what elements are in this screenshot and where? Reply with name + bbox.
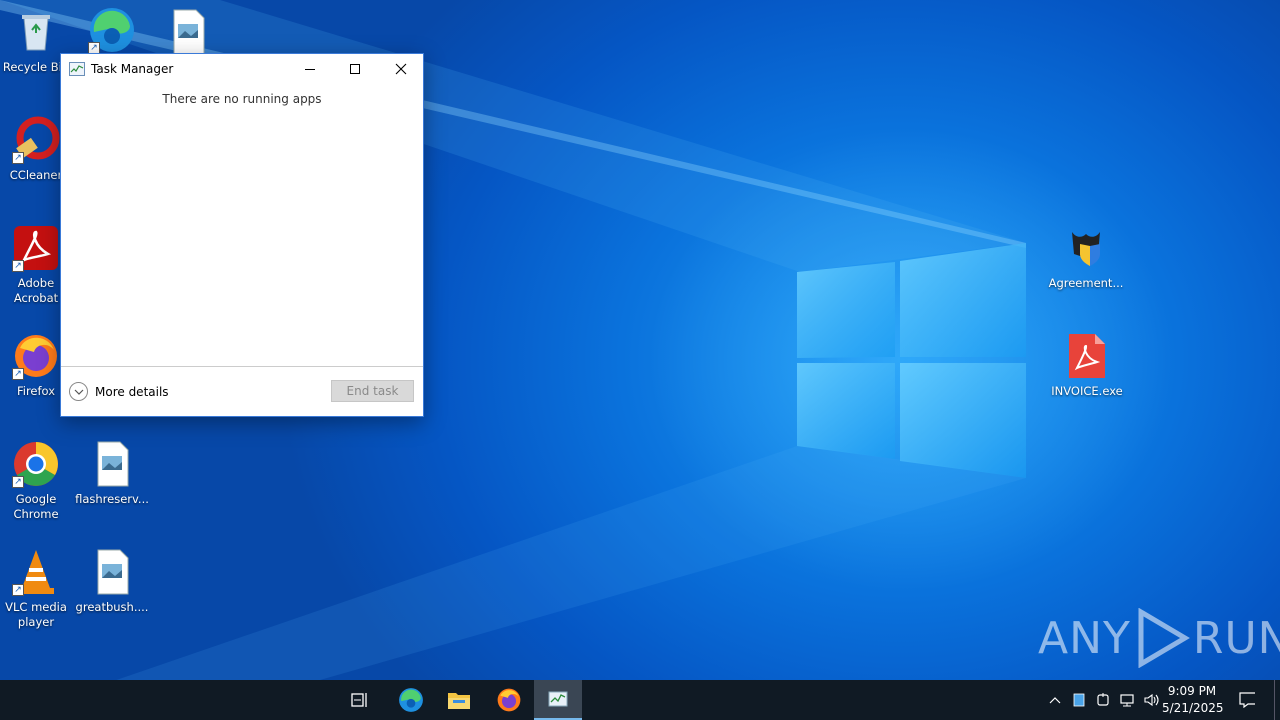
firefox-icon [497, 688, 521, 712]
desktop-icon-invoice-exe[interactable]: INVOICE.exe [1049, 332, 1125, 399]
desktop-icon-label: flashreserv... [75, 492, 149, 506]
minimize-button[interactable] [287, 54, 333, 84]
window-title: Task Manager [91, 62, 174, 76]
acrobat-icon: ↗ [12, 224, 60, 272]
task-manager-window[interactable]: Task Manager There are no running apps M… [60, 53, 424, 417]
no-apps-message: There are no running apps [162, 92, 322, 106]
desktop-icon-edge[interactable]: ↗ [74, 6, 150, 58]
tray-app-button[interactable] [1071, 692, 1087, 708]
taskbar-edge-button[interactable] [387, 680, 435, 720]
action-center-button[interactable] [1239, 692, 1255, 708]
task-manager-footer: More details End task [61, 366, 423, 416]
play-logo-icon [1138, 608, 1190, 668]
vlc-icon: ↗ [12, 548, 60, 596]
system-clock[interactable]: 9:09 PM 5/21/2025 [1162, 683, 1224, 717]
network-button[interactable] [1119, 692, 1135, 708]
tray-device-button[interactable] [1095, 692, 1111, 708]
taskbar-file-explorer-button[interactable] [435, 680, 483, 720]
desktop-icon-greatbush[interactable]: greatbush.... [74, 548, 150, 615]
desktop-icon-label: VLC media player [5, 600, 67, 629]
network-icon [1120, 694, 1134, 707]
task-view-button[interactable] [336, 680, 384, 720]
taskbar-firefox-button[interactable] [485, 680, 533, 720]
chrome-icon: ↗ [12, 440, 60, 488]
tray-app-icon [1073, 693, 1085, 707]
maximize-button[interactable] [332, 54, 378, 84]
more-details-label: More details [95, 384, 169, 399]
ccleaner-icon: ↗ [12, 116, 60, 164]
desktop-icon-label: Google Chrome [13, 492, 59, 521]
desktop-icon-label: greatbush.... [75, 600, 149, 614]
notification-icon [1239, 692, 1255, 708]
desktop-icon-label: INVOICE.exe [1051, 384, 1123, 398]
taskbar-task-manager-button[interactable] [534, 680, 582, 720]
desktop-icon-vlc[interactable]: ↗ VLC media player [0, 548, 74, 630]
desktop-icon-agreement[interactable]: Agreement... [1048, 224, 1124, 291]
taskbar: 9:09 PM 5/21/2025 [0, 680, 1280, 720]
chevron-up-icon [1049, 697, 1061, 704]
edge-icon: ↗ [88, 6, 136, 54]
desktop-icon-label: Agreement... [1048, 276, 1124, 290]
edge-icon [399, 688, 423, 712]
clock-date: 5/21/2025 [1162, 701, 1224, 715]
chevron-down-icon [69, 382, 88, 401]
anyrun-watermark: ANY RUN [1038, 608, 1280, 668]
image-file-icon [164, 8, 212, 56]
desktop-icon-google-chrome[interactable]: ↗ Google Chrome [0, 440, 74, 522]
watermark-text-right: RUN [1192, 612, 1280, 664]
recycle-bin-icon [12, 8, 60, 56]
task-view-icon [351, 693, 367, 707]
task-manager-icon [69, 62, 85, 76]
device-icon [1097, 693, 1109, 706]
volume-icon [1144, 693, 1159, 707]
volume-button[interactable] [1143, 692, 1159, 708]
minimize-icon [305, 69, 315, 70]
file-explorer-icon [448, 693, 470, 709]
invoice-exe-icon [1063, 332, 1111, 380]
close-icon [395, 63, 407, 75]
task-manager-icon [548, 691, 568, 707]
title-bar[interactable]: Task Manager [61, 54, 423, 84]
more-details-button[interactable]: More details [69, 382, 169, 401]
firefox-icon: ↗ [12, 332, 60, 380]
clock-time: 9:09 PM [1167, 684, 1217, 698]
watermark-text-left: ANY [1038, 612, 1131, 664]
show-desktop-button[interactable] [1274, 680, 1280, 720]
agreement-icon [1062, 224, 1110, 272]
maximize-icon [350, 64, 360, 74]
end-task-button[interactable]: End task [331, 380, 414, 402]
image-file-icon [88, 440, 136, 488]
image-file-icon [88, 548, 136, 596]
show-hidden-icons-button[interactable] [1047, 692, 1063, 708]
desktop-icon-flashreserv[interactable]: flashreserv... [74, 440, 150, 507]
close-button[interactable] [378, 54, 424, 84]
